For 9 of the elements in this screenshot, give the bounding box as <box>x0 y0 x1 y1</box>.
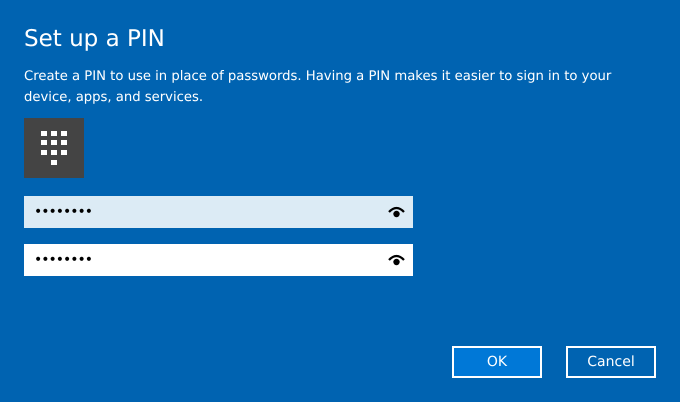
dialog-button[interactable]: OK <box>452 346 542 378</box>
dialog-button[interactable]: Cancel <box>566 346 656 378</box>
keypad-icon <box>41 131 67 165</box>
reveal-eye-icon[interactable] <box>388 206 405 218</box>
reveal-eye-icon[interactable] <box>388 254 405 266</box>
description-text: Create a PIN to use in place of passwords. Having a PIN makes it easier to sign in to your device, apps, and services. <box>24 68 612 107</box>
pin-field[interactable]: •••••••• <box>24 244 413 276</box>
dialog-title: Set up a PIN <box>24 25 166 54</box>
pin-field[interactable]: •••••••• <box>24 196 413 228</box>
